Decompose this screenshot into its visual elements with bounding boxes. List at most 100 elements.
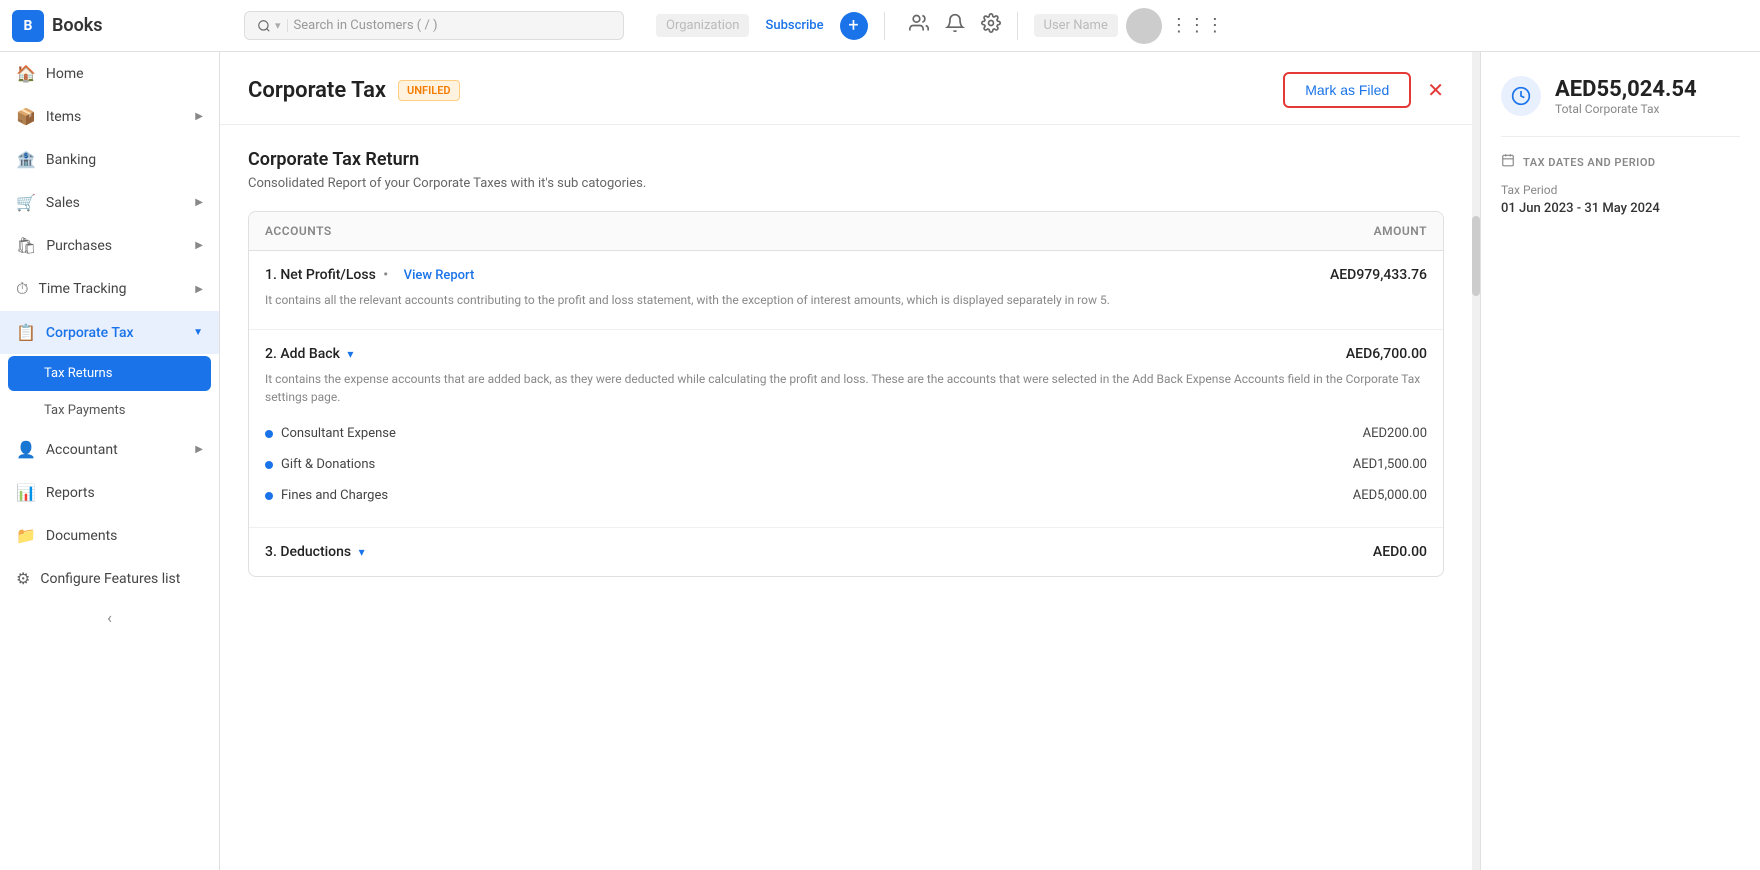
sidebar-item-label: Banking — [46, 152, 96, 168]
tax-dates-header: TAX DATES AND PERIOD — [1501, 153, 1740, 171]
right-panel: AED55,024.54 Total Corporate Tax TAX DAT… — [1480, 52, 1760, 870]
sub-item-gifts-label: Gift & Donations — [265, 457, 375, 472]
scrollbar-track[interactable] — [1472, 52, 1480, 870]
tax-period-value: 01 Jun 2023 - 31 May 2024 — [1501, 201, 1740, 216]
row-2-description: It contains the expense accounts that ar… — [265, 370, 1427, 406]
view-report-link[interactable]: View Report — [404, 268, 475, 283]
row-1-amount: AED979,433.76 — [1330, 267, 1427, 283]
accounts-header: ACCOUNTS — [265, 224, 332, 238]
dot-icon — [265, 430, 273, 438]
chevron-right-icon: ▶ — [195, 284, 203, 295]
sidebar-item-label: Sales — [46, 195, 80, 211]
org-name: Organization — [656, 14, 749, 37]
sidebar: 🏠 Home 📦 Items ▶ 🏦 Banking 🛒 Sales ▶ 🛍 P… — [0, 52, 220, 870]
sidebar-item-corporate-tax[interactable]: 📋 Corporate Tax ▼ — [0, 311, 219, 354]
sidebar-item-label: Configure Features list — [40, 571, 180, 587]
row-2-amount: AED6,700.00 — [1346, 346, 1427, 362]
sidebar-item-label: Purchases — [46, 238, 112, 254]
add-button[interactable]: + — [840, 12, 868, 40]
sidebar-item-label: Accountant — [46, 442, 118, 458]
bell-icon[interactable] — [945, 13, 965, 38]
time-tracking-icon: ⏱ — [16, 279, 28, 299]
sidebar-item-label: Documents — [46, 528, 117, 544]
configure-icon: ⚙ — [16, 569, 30, 588]
topbar-icons — [909, 13, 1001, 38]
search-bar[interactable]: ▾ Search in Customers ( / ) — [244, 11, 624, 40]
sub-item-gifts-amount: AED1,500.00 — [1353, 457, 1427, 472]
topbar-middle: Organization Subscribe + User Name ⋮⋮⋮ — [656, 8, 1748, 44]
chevron-right-icon: ▶ — [195, 444, 203, 455]
sidebar-item-label: Time Tracking — [38, 281, 126, 297]
sidebar-item-label: Corporate Tax — [46, 325, 134, 341]
tax-period-title: Tax Period — [1501, 183, 1740, 197]
tax-summary-card: AED55,024.54 Total Corporate Tax — [1501, 76, 1740, 116]
right-panel-inner: AED55,024.54 Total Corporate Tax TAX DAT… — [1481, 52, 1760, 240]
chevron-right-icon: ▶ — [195, 197, 203, 208]
reports-icon: 📊 — [16, 483, 36, 502]
scrollbar-thumb[interactable] — [1472, 216, 1480, 296]
sub-item-consultant: Consultant Expense AED200.00 — [265, 418, 1427, 449]
mark-as-filed-button[interactable]: Mark as Filed — [1283, 72, 1411, 108]
people-icon[interactable] — [909, 13, 929, 38]
table-row-2: 2. Add Back ▾ AED6,700.00 It contains th… — [249, 330, 1443, 528]
divider — [884, 12, 885, 40]
sidebar-item-reports[interactable]: 📊 Reports — [0, 471, 219, 514]
subscribe-button[interactable]: Subscribe — [765, 18, 823, 33]
topbar: B Books ▾ Search in Customers ( / ) Orga… — [0, 0, 1760, 52]
page-header: Corporate Tax UNFILED Mark as Filed ✕ — [220, 52, 1472, 125]
main-layout: 🏠 Home 📦 Items ▶ 🏦 Banking 🛒 Sales ▶ 🛍 P… — [0, 52, 1760, 870]
deductions-chevron-icon[interactable]: ▾ — [359, 545, 365, 559]
close-button[interactable]: ✕ — [1427, 78, 1444, 102]
sub-item-consultant-amount: AED200.00 — [1363, 426, 1427, 441]
logo-area: B Books — [12, 10, 232, 42]
search-placeholder[interactable]: Search in Customers ( / ) — [294, 18, 438, 33]
row-2-label: 2. Add Back ▾ — [265, 346, 353, 362]
row-2-header: 2. Add Back ▾ AED6,700.00 — [265, 346, 1427, 362]
home-icon: 🏠 — [16, 64, 36, 83]
sidebar-item-time-tracking[interactable]: ⏱ Time Tracking ▶ — [0, 267, 219, 311]
grid-icon[interactable]: ⋮⋮⋮ — [1170, 15, 1224, 36]
sidebar-item-accountant[interactable]: 👤 Accountant ▶ — [0, 428, 219, 471]
sidebar-item-home[interactable]: 🏠 Home — [0, 52, 219, 95]
sidebar-item-banking[interactable]: 🏦 Banking — [0, 138, 219, 181]
sidebar-item-items[interactable]: 📦 Items ▶ — [0, 95, 219, 138]
app-name: Books — [52, 15, 103, 36]
deductions-amount: AED0.00 — [1373, 544, 1427, 560]
unfiled-badge: UNFILED — [398, 80, 460, 101]
sub-item-gifts: Gift & Donations AED1,500.00 — [265, 449, 1427, 480]
row-1-description: It contains all the relevant accounts co… — [265, 291, 1427, 309]
sidebar-collapse-button[interactable]: ‹ — [0, 600, 219, 635]
corporate-tax-icon: 📋 — [16, 323, 36, 342]
content-body: Corporate Tax Return Consolidated Report… — [220, 125, 1472, 601]
content-area: Corporate Tax UNFILED Mark as Filed ✕ Co… — [220, 52, 1472, 870]
chevron-right-icon: ▶ — [195, 111, 203, 122]
user-name: User Name — [1034, 14, 1118, 37]
sidebar-item-documents[interactable]: 📁 Documents — [0, 514, 219, 557]
calendar-icon — [1501, 153, 1515, 171]
logo-icon: B — [12, 10, 44, 42]
dot-icon — [265, 492, 273, 500]
collapse-icon: ‹ — [107, 608, 112, 627]
purchases-icon: 🛍 — [16, 236, 36, 255]
tax-summary-icon — [1501, 76, 1541, 116]
sidebar-item-label: Reports — [46, 485, 95, 501]
sidebar-sub-item-tax-returns[interactable]: Tax Returns — [8, 356, 211, 391]
tax-total-label: Total Corporate Tax — [1555, 102, 1697, 116]
chevron-right-icon: ▶ — [195, 240, 203, 251]
dot-icon — [265, 461, 273, 469]
tax-summary-info: AED55,024.54 Total Corporate Tax — [1555, 77, 1697, 116]
sidebar-sub-item-tax-payments[interactable]: Tax Payments — [0, 393, 219, 428]
banking-icon: 🏦 — [16, 150, 36, 169]
add-back-chevron-icon[interactable]: ▾ — [347, 347, 353, 361]
tax-table: ACCOUNTS AMOUNT 1. Net Profit/Loss • Vie… — [248, 211, 1444, 577]
sidebar-item-purchases[interactable]: 🛍 Purchases ▶ — [0, 224, 219, 267]
items-icon: 📦 — [16, 107, 36, 126]
sidebar-item-sales[interactable]: 🛒 Sales ▶ — [0, 181, 219, 224]
sales-icon: 🛒 — [16, 193, 36, 212]
tax-total-amount: AED55,024.54 — [1555, 77, 1697, 102]
sidebar-sub-item-label: Tax Payments — [44, 403, 125, 418]
sidebar-item-configure[interactable]: ⚙ Configure Features list — [0, 557, 219, 600]
deductions-label: 3. Deductions ▾ — [265, 544, 365, 560]
settings-icon[interactable] — [981, 13, 1001, 38]
sidebar-sub-item-label: Tax Returns — [44, 366, 112, 381]
